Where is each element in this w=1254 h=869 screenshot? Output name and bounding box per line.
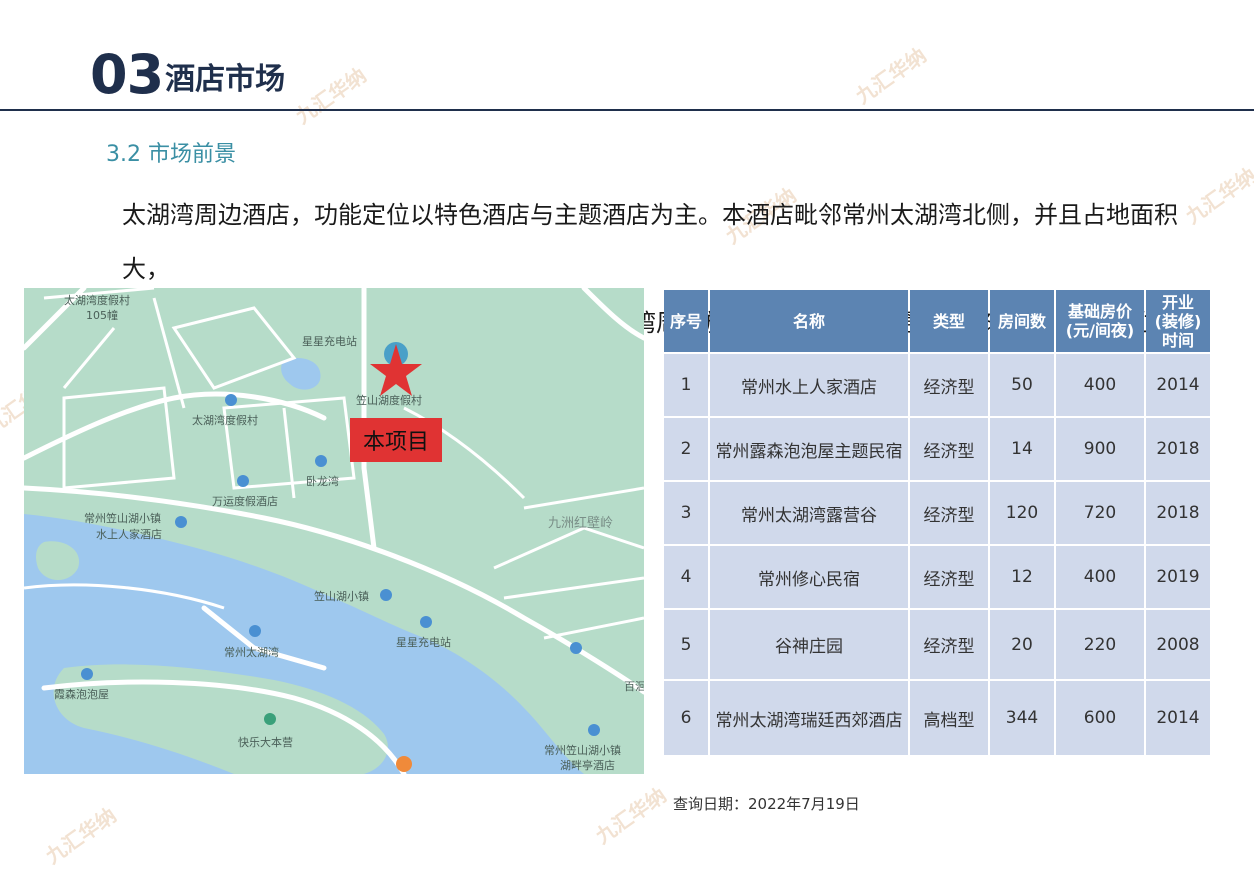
chapter-number: 03 — [90, 43, 164, 106]
page-header: 03 酒店市场 — [90, 48, 285, 102]
header-rooms: 房间数 — [990, 290, 1054, 352]
chapter-title: 酒店市场 — [165, 62, 286, 97]
cell-index: 2 — [664, 418, 708, 480]
cell-price: 900 — [1056, 418, 1144, 480]
map-label: 常州笠山湖小镇 — [544, 744, 621, 757]
cell-type: 经济型 — [910, 546, 988, 608]
cell-index: 6 — [664, 681, 708, 755]
map-label: 太湖湾度假村 — [192, 414, 258, 427]
cell-rooms: 14 — [990, 418, 1054, 480]
cell-type: 经济型 — [910, 354, 988, 416]
map-label: 105幢 — [86, 309, 118, 322]
table-row: 1 常州水上人家酒店 经济型 50 400 2014 — [664, 354, 1210, 416]
table-header-row: 序号 名称 类型 房间数 基础房价 (元/间夜) 开业 (装修) 时间 — [664, 290, 1210, 352]
map-label: 水上人家酒店 — [96, 528, 162, 541]
map-label: 霞森泡泡屋 — [54, 688, 109, 701]
map-label: 快乐大本营 — [238, 736, 293, 749]
cell-year: 2018 — [1146, 482, 1210, 544]
cell-index: 3 — [664, 482, 708, 544]
watermark: 九汇华纳 — [41, 802, 121, 869]
header-opening: 开业 (装修) 时间 — [1146, 290, 1210, 352]
cell-index: 5 — [664, 610, 708, 679]
cell-price: 220 — [1056, 610, 1144, 679]
cell-index: 4 — [664, 546, 708, 608]
map-label: 九洲红壁岭 — [548, 516, 614, 531]
hotel-table: 序号 名称 类型 房间数 基础房价 (元/间夜) 开业 (装修) 时间 1 常州… — [664, 288, 1210, 757]
map-label: 笠山湖度假村 — [356, 394, 422, 407]
map-label: 星星充电站 — [302, 335, 357, 348]
table-row: 6 常州太湖湾瑞廷西郊酒店 高档型 344 600 2014 — [664, 681, 1210, 755]
cell-year: 2014 — [1146, 681, 1210, 755]
cell-year: 2019 — [1146, 546, 1210, 608]
map-label: 卧龙湾 — [306, 475, 339, 488]
cell-type: 经济型 — [910, 610, 988, 679]
cell-price: 400 — [1056, 546, 1144, 608]
watermark: 九汇华纳 — [591, 782, 671, 849]
table-row: 5 谷神庄园 经济型 20 220 2008 — [664, 610, 1210, 679]
cell-name: 谷神庄园 — [710, 610, 908, 679]
watermark: 九汇华纳 — [291, 62, 371, 129]
cell-name: 常州露森泡泡屋主题民宿 — [710, 418, 908, 480]
cell-name: 常州水上人家酒店 — [710, 354, 908, 416]
table-row: 3 常州太湖湾露营谷 经济型 120 720 2018 — [664, 482, 1210, 544]
cell-rooms: 20 — [990, 610, 1054, 679]
header-name: 名称 — [710, 290, 908, 352]
table-row: 4 常州修心民宿 经济型 12 400 2019 — [664, 546, 1210, 608]
cell-index: 1 — [664, 354, 708, 416]
cell-price: 400 — [1056, 354, 1144, 416]
map-label: 百洄 — [624, 680, 644, 693]
header-index: 序号 — [664, 290, 708, 352]
paragraph-line-1: 太湖湾周边酒店，功能定位以特色酒店与主题酒店为主。本酒店毗邻常州太湖湾北侧，并且… — [122, 201, 1178, 283]
cell-name: 常州太湖湾瑞廷西郊酒店 — [710, 681, 908, 755]
location-map: 本项目 太湖湾度假村 105幢 星星充电站 笠山湖度假村 太湖湾度假村 卧龙湾 … — [24, 288, 644, 774]
map-label: 太湖湾度假村 — [64, 294, 130, 307]
cell-rooms: 50 — [990, 354, 1054, 416]
cell-year: 2014 — [1146, 354, 1210, 416]
cell-type: 经济型 — [910, 482, 988, 544]
cell-type: 高档型 — [910, 681, 988, 755]
table-row: 2 常州露森泡泡屋主题民宿 经济型 14 900 2018 — [664, 418, 1210, 480]
map-label: 万运度假酒店 — [212, 495, 278, 508]
map-label: 湖畔亭酒店 — [560, 759, 615, 772]
section-title: 3.2 市场前景 — [106, 142, 236, 167]
cell-rooms: 344 — [990, 681, 1054, 755]
query-date: 查询日期：2022年7月19日 — [673, 795, 860, 813]
cell-rooms: 120 — [990, 482, 1054, 544]
project-label: 本项目 — [350, 418, 442, 462]
map-label: 笠山湖小镇 — [314, 590, 369, 603]
cell-type: 经济型 — [910, 418, 988, 480]
cell-rooms: 12 — [990, 546, 1054, 608]
map-label: 常州太湖湾 — [224, 646, 279, 659]
header-type: 类型 — [910, 290, 988, 352]
map-label: 星星充电站 — [396, 636, 451, 649]
cell-year: 2018 — [1146, 418, 1210, 480]
cell-year: 2008 — [1146, 610, 1210, 679]
project-star-icon — [370, 344, 422, 396]
cell-price: 600 — [1056, 681, 1144, 755]
watermark: 九汇华纳 — [851, 42, 931, 109]
map-label: 常州笠山湖小镇 — [84, 512, 161, 525]
cell-name: 常州修心民宿 — [710, 546, 908, 608]
cell-price: 720 — [1056, 482, 1144, 544]
cell-name: 常州太湖湾露营谷 — [710, 482, 908, 544]
header-price: 基础房价 (元/间夜) — [1056, 290, 1144, 352]
header-divider — [0, 109, 1254, 111]
